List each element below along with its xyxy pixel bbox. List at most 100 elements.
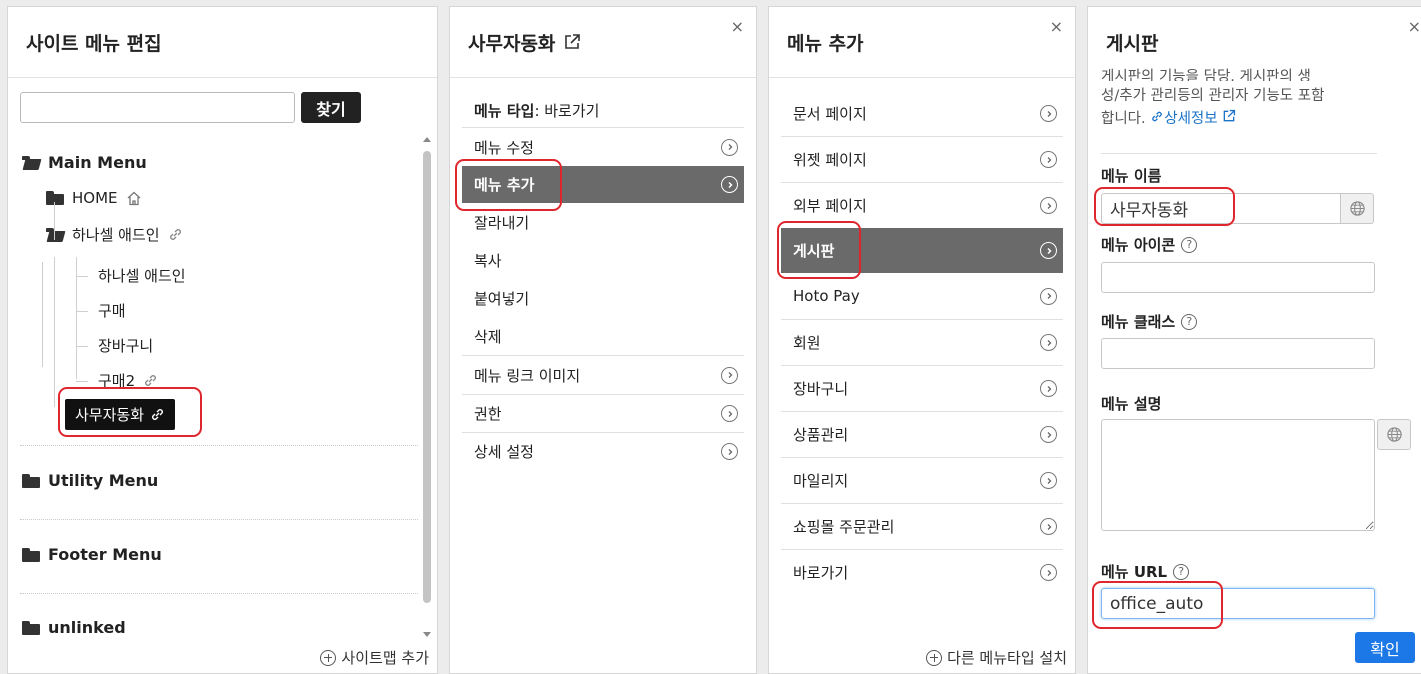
tree-node-purchase2[interactable]: 구매2 [98,370,158,391]
close-icon[interactable]: × [1050,19,1063,35]
tree-scrollbar[interactable] [423,137,431,643]
action-copy[interactable]: 복사 [462,242,744,279]
tree-line [76,276,88,277]
action-add-menu[interactable]: 메뉴 추가 [462,166,744,203]
chevron-right-icon [721,405,738,422]
panel-title: 사무자동화 [468,32,556,55]
tree-node-cart[interactable]: 장바구니 [98,335,153,356]
chevron-right-icon [721,366,738,384]
help-icon[interactable]: ? [1173,563,1190,580]
menu-type-label: 위젯 페이지 [793,151,867,169]
divider [20,593,418,594]
menu-type-label: 쇼핑몰 주문관리 [793,518,895,536]
action-label: 상세 설정 [474,443,534,461]
tree-node-footer-menu[interactable]: Footer Menu [22,545,162,564]
menu-type-document-page[interactable]: 문서 페이지 [781,91,1063,136]
menu-type-label: 바로가기 [793,564,849,582]
menu-type-mileage[interactable]: 마일리지 [781,457,1063,503]
selected-node[interactable]: 사무자동화 [65,399,176,430]
menu-type-text: 메뉴 타입: 바로가기 [474,100,599,121]
menu-desc-label-text: 메뉴 설명 [1101,395,1162,413]
menu-type-row: 메뉴 타입: 바로가기 [462,93,744,127]
tree-node-office-auto[interactable]: 사무자동화 [65,399,176,430]
menu-type-shop-orders[interactable]: 쇼핑몰 주문관리 [781,503,1063,549]
tree-node-purchase[interactable]: 구매 [98,300,126,321]
help-icon[interactable]: ? [1181,236,1198,253]
action-edit-menu[interactable]: 메뉴 수정 [462,127,744,166]
scroll-down-arrow-icon[interactable] [423,632,431,637]
action-delete[interactable]: 삭제 [462,317,744,355]
menu-actions-panel: 사무자동화 × 메뉴 타입: 바로가기 메뉴 수정 메뉴 추가 잘라내기 복사 … [449,6,757,674]
menu-type-external-page[interactable]: 외부 페이지 [781,182,1063,228]
action-paste[interactable]: 붙여넣기 [462,279,744,317]
tree-node-label: Utility Menu [48,471,159,490]
menu-type-label: 메뉴 타입 [474,101,535,120]
tree-line [54,202,55,240]
action-cut[interactable]: 잘라내기 [462,203,744,242]
tree-node-home[interactable]: HOME [46,189,142,207]
menu-type-member[interactable]: 회원 [781,319,1063,365]
menu-class-input[interactable] [1101,338,1375,369]
link-icon [169,229,181,240]
menu-type-widget-page[interactable]: 위젯 페이지 [781,136,1063,182]
tree-node-hanasel[interactable]: 하나셀 애드인 [46,224,183,245]
plus-circle-icon [926,649,943,666]
plus-circle-icon [320,649,337,666]
external-link-icon [1223,109,1236,122]
translate-globe-button[interactable] [1377,419,1411,450]
tree-node-label: 하나셀 애드인 [72,226,160,244]
menu-type-label: 게시판 [793,242,835,260]
find-button[interactable]: 찾기 [301,92,361,123]
desc-line-3-text: 합니다. [1101,111,1146,127]
confirm-button[interactable]: 확인 [1355,632,1415,663]
menu-type-product-mgmt[interactable]: 상품관리 [781,411,1063,457]
menu-icon-label: 메뉴 아이콘? [1101,234,1198,255]
action-permissions[interactable]: 권한 [462,394,744,432]
add-sitemap-button[interactable]: 사이트맵 추가 [320,647,429,668]
add-sitemap-label: 사이트맵 추가 [341,649,429,667]
scroll-thumb[interactable] [423,151,431,603]
folder-icon [22,620,40,635]
detail-link-label: 상세정보 [1164,111,1218,127]
tree-node-utility-menu[interactable]: Utility Menu [22,471,158,490]
home-icon [127,191,140,205]
action-label: 붙여넣기 [474,289,530,308]
action-label: 메뉴 수정 [474,138,534,157]
action-advanced-settings[interactable]: 상세 설정 [462,432,744,470]
menu-description-textarea[interactable] [1101,419,1375,531]
chevron-right-icon [1040,426,1057,443]
globe-icon [1349,201,1365,216]
folder-open-icon [46,227,64,242]
action-label: 삭제 [474,327,502,346]
menu-icon-input[interactable] [1101,262,1375,293]
translate-globe-button[interactable] [1340,193,1374,224]
close-icon[interactable]: × [731,19,744,35]
external-link-icon[interactable] [563,33,581,51]
help-icon[interactable]: ? [1181,313,1198,330]
tree-node-hanasel-addin[interactable]: 하나셀 애드인 [98,265,186,286]
tree-line [76,381,88,382]
divider [20,519,418,520]
link-icon [152,409,163,420]
menu-name-input[interactable] [1101,193,1341,224]
panel-header: 사이트 메뉴 편집 [8,7,437,78]
detail-link[interactable]: 상세정보 [1150,109,1236,127]
chevron-right-icon [1040,334,1057,351]
scroll-up-arrow-icon[interactable] [423,137,431,142]
menu-type-board[interactable]: 게시판 [781,228,1063,273]
search-input[interactable] [20,92,295,123]
folder-icon [22,547,40,562]
menu-type-label: 회원 [793,334,821,352]
action-menu-link-image[interactable]: 메뉴 링크 이미지 [462,355,744,394]
tree-node-label: HOME [72,189,118,207]
close-icon[interactable]: × [1408,19,1421,35]
menu-type-shortcut[interactable]: 바로가기 [781,549,1063,595]
install-other-menu-type-button[interactable]: 다른 메뉴타입 설치 [926,647,1067,668]
menu-url-input[interactable] [1101,588,1375,619]
chevron-right-icon [1040,197,1057,214]
menu-type-cart[interactable]: 장바구니 [781,365,1063,411]
tree-node-unlinked[interactable]: unlinked [22,618,126,637]
menu-type-hoto-pay[interactable]: Hoto Pay [781,273,1063,319]
tree-node-main-menu[interactable]: Main Menu [22,153,147,172]
folder-open-icon [22,155,40,170]
